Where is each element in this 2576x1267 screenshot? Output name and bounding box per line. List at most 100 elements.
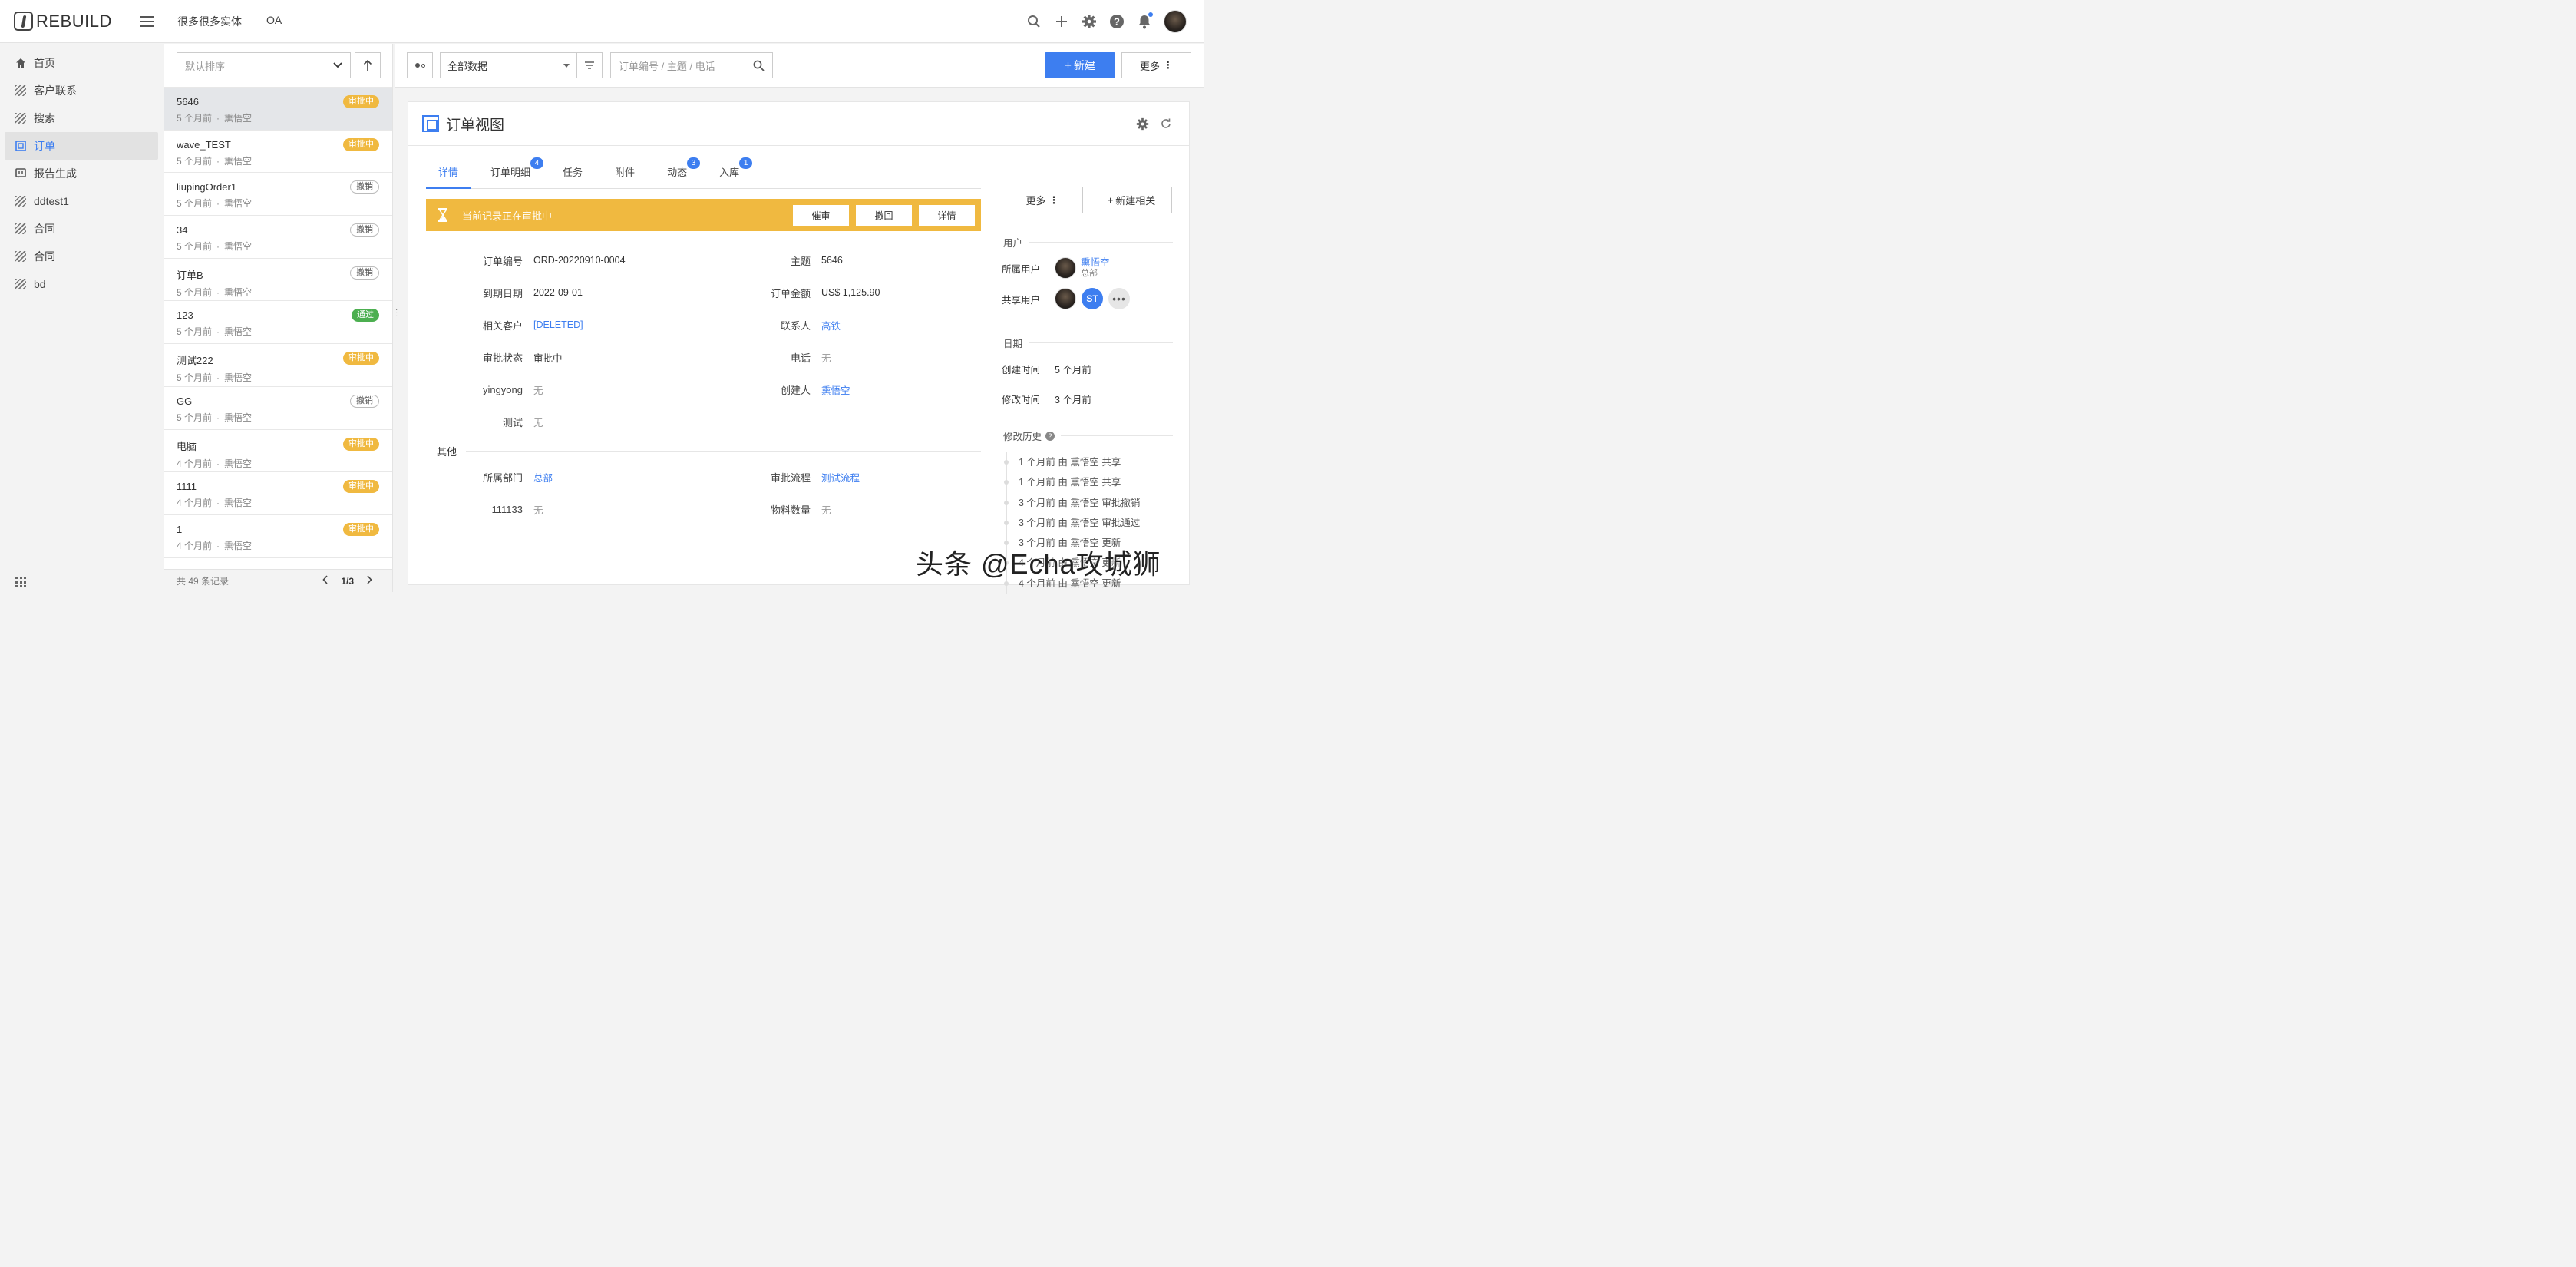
owner-name-link[interactable]: 熏悟空 [1081,257,1110,268]
sidebar-item-orders[interactable]: 订单 [5,132,158,160]
list-item[interactable]: 5646 5 个月前 · 熏悟空 审批中 [164,88,392,131]
field-customer: 相关客户 [DELETED] [482,319,583,332]
search-icon[interactable] [1025,13,1042,30]
filter-button[interactable] [577,52,603,78]
list-item[interactable]: 电脑 4 个月前 · 熏悟空 审批中 [164,430,392,473]
sort-select-value: 默认排序 [185,60,226,72]
top-bar: REBUILD 很多很多实体 OA ? [0,0,1204,43]
view-toggle-button[interactable] [407,52,433,78]
field-material-qty: 物料数量无 [714,501,831,517]
more-label: 更多 [1139,60,1160,72]
sidebar-item-search[interactable]: 搜索 [5,104,158,132]
search-input[interactable]: 订单编号 / 主题 / 电话 [610,52,773,78]
list-item[interactable]: 测试222 5 个月前 · 熏悟空 审批中 [164,344,392,387]
record-time: 4 个月前 [177,540,213,551]
more-button[interactable]: 更多 ⋮ [1121,52,1191,78]
sidebar-item-label: 合同 [34,223,55,235]
more-users-icon[interactable]: ••• [1108,288,1130,309]
approval-flow-link[interactable]: 测试流程 [821,470,860,485]
panel-more-button[interactable]: 更多 ⋮ [1002,187,1083,213]
status-badge: 通过 [352,309,379,323]
urge-approval-button[interactable]: 催审 [793,204,849,226]
page-title: 订单视图 [446,117,505,134]
tab-4[interactable]: 动态 3 [655,157,701,189]
new-record-button[interactable]: + 新建 [1045,52,1115,78]
help-icon[interactable]: ? [1045,431,1055,441]
approval-detail-button[interactable]: 详情 [919,204,975,226]
app-logo[interactable]: REBUILD [14,12,129,31]
topnav-item-oa[interactable]: OA [266,14,282,29]
tab-1[interactable]: 订单明细 4 [478,157,544,189]
data-filter-select[interactable]: 全部数据 [440,52,577,78]
tab-label: 入库 [719,167,740,178]
sidebar-item-label: 首页 [34,57,55,69]
sidebar-item-label: ddtest1 [34,195,69,207]
panel-more-label: 更多 [1025,195,1046,207]
order-no-value: ORD-20220910-0004 [533,255,626,266]
menu-toggle-icon[interactable] [140,15,154,27]
record-meta: 5 个月前 · 熏悟空 [177,240,380,253]
list-item[interactable]: wave_TEST 5 个月前 · 熏悟空 审批中 [164,131,392,174]
due-date-value: 2022-09-01 [533,287,583,298]
section-other: 其他 [426,443,981,458]
new-related-label: 新建相关 [1115,195,1156,207]
settings-icon[interactable] [1136,117,1149,131]
modified-row: 修改时间 3 个月前 [1002,392,1173,406]
list-item[interactable]: GG 5 个月前 · 熏悟空 撤销 [164,387,392,430]
status-badge: 撤销 [350,223,379,237]
sidebar-item-customer-contact[interactable]: 客户联系 [5,77,158,104]
tab-2[interactable]: 任务 [550,158,595,189]
list-item[interactable]: 123 5 个月前 · 熏悟空 通过 [164,301,392,345]
sidebar-item-ddtest1[interactable]: ddtest1 [5,187,158,215]
list-item[interactable]: liupingOrder1 5 个月前 · 熏悟空 撤销 [164,173,392,217]
record-time: 4 个月前 [177,458,213,469]
sidebar-item-bd[interactable]: bd [5,270,158,298]
apps-grid-icon[interactable] [15,577,26,587]
search-icon[interactable] [753,60,765,71]
notification-bell-icon[interactable] [1136,12,1153,30]
gear-icon[interactable] [1081,13,1098,30]
customer-link[interactable]: [DELETED] [533,319,583,330]
creator-link[interactable]: 熏悟空 [821,382,850,397]
created-value: 5 个月前 [1055,365,1091,375]
add-icon[interactable] [1053,13,1070,30]
sidebar-item-contract[interactable]: 合同 [5,215,158,243]
tab-label: 附件 [615,167,636,178]
contact-link[interactable]: 高铁 [821,318,841,332]
new-related-button[interactable]: + 新建相关 [1091,187,1172,213]
shared-user-avatar[interactable] [1055,288,1076,309]
department-link[interactable]: 总部 [533,470,553,485]
owner-label: 所属用户 [1002,263,1041,275]
refresh-icon[interactable] [1160,117,1172,130]
owner-avatar[interactable] [1055,257,1076,279]
shared-users-label: 共享用户 [1002,294,1041,306]
shared-user-avatar-st[interactable]: ST [1082,288,1103,309]
sort-select[interactable]: 默认排序 [177,52,351,78]
history-heading: 修改历史? [1002,428,1173,443]
record-meta-separator: · [216,458,220,469]
field-amount: 订单金额 US$ 1,125.90 [770,287,880,299]
withdraw-button[interactable]: 撤回 [856,204,912,226]
resize-handle-icon[interactable]: · · · [395,306,398,320]
next-page-icon[interactable] [366,575,372,587]
sidebar-item-contract-2[interactable]: 合同 [5,243,158,270]
list-item[interactable]: 1111 4 个月前 · 熏悟空 审批中 [164,472,392,515]
yingyong-value: 无 [533,385,543,396]
record-meta-separator: · [216,286,220,298]
tab-0[interactable]: 详情 [426,158,471,189]
status-badge: 审批中 [343,480,379,494]
prev-page-icon[interactable] [322,575,329,587]
tab-3[interactable]: 附件 [603,158,647,189]
list-item[interactable]: 订单B 5 个月前 · 熏悟空 撤销 [164,259,392,302]
sidebar-item-home[interactable]: 首页 [5,49,158,77]
topnav-item-entities[interactable]: 很多很多实体 [177,14,242,29]
record-meta-separator: · [216,155,220,167]
list-item[interactable]: 34 5 个月前 · 熏悟空 撤销 [164,216,392,259]
record-user: 熏悟空 [224,241,253,253]
help-icon[interactable]: ? [1108,13,1125,30]
sort-direction-button[interactable] [355,52,381,78]
user-avatar[interactable] [1164,9,1187,33]
tab-5[interactable]: 入库 1 [707,157,753,189]
sidebar-item-report[interactable]: 报告生成 [5,160,158,187]
list-item[interactable]: 14 个月前 · 熏悟空 审批中 [164,515,392,558]
